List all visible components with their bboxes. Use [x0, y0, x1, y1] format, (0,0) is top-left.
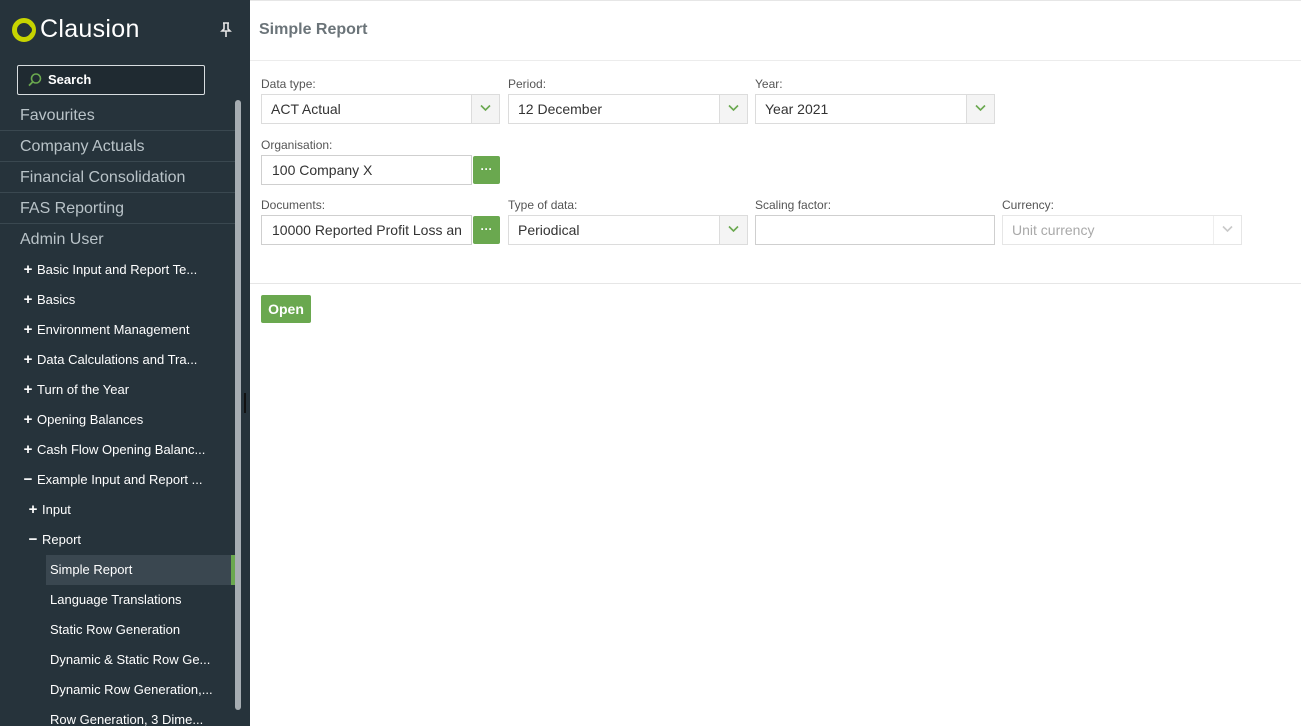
- tree-item-data-calculations[interactable]: + Data Calculations and Tra...: [0, 345, 236, 375]
- tree-item-label: Basics: [37, 292, 76, 307]
- logo-text: Clausion: [40, 15, 140, 43]
- tree-item-label: Dynamic & Static Row Ge...: [50, 652, 211, 667]
- tree-item-language-translations[interactable]: Language Translations: [0, 585, 236, 615]
- expand-icon: +: [23, 411, 33, 428]
- tree-item-label: Example Input and Report ...: [37, 472, 203, 487]
- tree-item-basic-input[interactable]: + Basic Input and Report Te...: [0, 255, 236, 285]
- tree-item-dynamic-row-generation[interactable]: Dynamic Row Generation,...: [0, 675, 236, 705]
- tree-item-report[interactable]: − Report: [0, 525, 236, 555]
- documents-field[interactable]: 10000 Reported Profit Loss an: [261, 215, 472, 245]
- sidebar-nav: Favourites Company Actuals Financial Con…: [0, 100, 236, 726]
- tree-item-label: Row Generation, 3 Dime...: [50, 712, 204, 726]
- year-label: Year:: [755, 77, 783, 91]
- currency-value: Unit currency: [1012, 222, 1095, 238]
- section-favourites[interactable]: Favourites: [0, 100, 236, 131]
- scaling-factor-field[interactable]: [755, 215, 995, 245]
- section-company-actuals[interactable]: Company Actuals: [0, 131, 236, 162]
- tree-item-label: Language Translations: [50, 592, 182, 607]
- type-of-data-select[interactable]: Periodical: [508, 215, 748, 245]
- expand-icon: +: [23, 351, 33, 368]
- expand-icon: +: [23, 291, 33, 308]
- tree-item-label: Environment Management: [37, 322, 190, 337]
- year-select[interactable]: Year 2021: [755, 94, 995, 124]
- tree-item-label: Report: [42, 532, 82, 547]
- tree-item-label: Cash Flow Opening Balanc...: [37, 442, 206, 457]
- tree-item-label: Data Calculations and Tra...: [37, 352, 198, 367]
- tree-item-input[interactable]: + Input: [0, 495, 236, 525]
- currency-label: Currency:: [1002, 198, 1055, 212]
- currency-select: Unit currency: [1002, 215, 1242, 245]
- tree-item-row-generation-3d[interactable]: Row Generation, 3 Dime...: [0, 705, 236, 726]
- tree-item-simple-report[interactable]: Simple Report: [46, 555, 236, 585]
- section-fas-reporting[interactable]: FAS Reporting: [0, 193, 236, 224]
- type-of-data-label: Type of data:: [508, 198, 578, 212]
- year-value: Year 2021: [765, 101, 829, 117]
- tree-item-dynamic-static-row[interactable]: Dynamic & Static Row Ge...: [0, 645, 236, 675]
- organisation-field[interactable]: 100 Company X: [261, 155, 472, 185]
- pin-icon[interactable]: [219, 22, 233, 40]
- sidebar-scrollbar[interactable]: [235, 100, 241, 710]
- scaling-factor-label: Scaling factor:: [755, 198, 832, 212]
- data-type-label: Data type:: [261, 77, 316, 91]
- form-divider: [250, 283, 1301, 284]
- expand-icon: +: [23, 381, 33, 398]
- page-title: Simple Report: [259, 21, 368, 38]
- expand-icon: +: [28, 501, 38, 518]
- period-select[interactable]: 12 December: [508, 94, 748, 124]
- period-label: Period:: [508, 77, 547, 91]
- chevron-down-icon: [1213, 216, 1241, 244]
- sidebar: Clausion Search Favourites Company Actua…: [0, 0, 250, 726]
- tree-item-label: Opening Balances: [37, 412, 144, 427]
- tree-item-basics[interactable]: + Basics: [0, 285, 236, 315]
- organisation-browse-button[interactable]: ···: [473, 156, 500, 184]
- tree-item-label: Input: [42, 502, 71, 517]
- data-type-value: ACT Actual: [271, 101, 341, 117]
- documents-value: 10000 Reported Profit Loss an: [272, 222, 462, 238]
- tree-item-label: Basic Input and Report Te...: [37, 262, 198, 277]
- tree-item-label: Static Row Generation: [50, 622, 181, 637]
- data-type-select[interactable]: ACT Actual: [261, 94, 500, 124]
- expand-icon: +: [23, 261, 33, 278]
- collapse-icon: −: [23, 471, 33, 488]
- organisation-value: 100 Company X: [272, 162, 373, 178]
- documents-label: Documents:: [261, 198, 326, 212]
- section-admin-user[interactable]: Admin User: [0, 224, 236, 255]
- search-label: Search: [48, 72, 92, 87]
- chevron-down-icon[interactable]: [719, 216, 747, 244]
- tree-item-label: Simple Report: [50, 562, 133, 577]
- chevron-down-icon[interactable]: [966, 95, 994, 123]
- type-of-data-value: Periodical: [518, 222, 580, 238]
- documents-browse-button[interactable]: ···: [473, 216, 500, 244]
- tree-item-label: Turn of the Year: [37, 382, 130, 397]
- chevron-down-icon[interactable]: [471, 95, 499, 123]
- collapse-icon: −: [28, 531, 38, 548]
- section-financial-consolidation[interactable]: Financial Consolidation: [0, 162, 236, 193]
- title-divider: [250, 60, 1301, 61]
- tree-item-turn-of-year[interactable]: + Turn of the Year: [0, 375, 236, 405]
- pane-splitter[interactable]: [244, 393, 246, 413]
- search-icon: [28, 73, 42, 87]
- search-input[interactable]: Search: [17, 65, 205, 95]
- chevron-down-icon[interactable]: [719, 95, 747, 123]
- tree-item-environment-management[interactable]: + Environment Management: [0, 315, 236, 345]
- tree-item-example-input-report[interactable]: − Example Input and Report ...: [0, 465, 236, 495]
- open-button[interactable]: Open: [261, 295, 311, 323]
- logo-row: Clausion: [0, 0, 250, 60]
- tree-item-cash-flow-opening[interactable]: + Cash Flow Opening Balanc...: [0, 435, 236, 465]
- tree-item-opening-balances[interactable]: + Opening Balances: [0, 405, 236, 435]
- expand-icon: +: [23, 321, 33, 338]
- organisation-label: Organisation:: [261, 138, 333, 152]
- top-divider: [250, 0, 1301, 1]
- tree-item-static-row-generation[interactable]: Static Row Generation: [0, 615, 236, 645]
- logo-mark-icon: [12, 18, 36, 42]
- expand-icon: +: [23, 441, 33, 458]
- main-panel: Simple Report Data type: ACT Actual Peri…: [250, 0, 1301, 726]
- tree-item-label: Dynamic Row Generation,...: [50, 682, 213, 697]
- period-value: 12 December: [518, 101, 603, 117]
